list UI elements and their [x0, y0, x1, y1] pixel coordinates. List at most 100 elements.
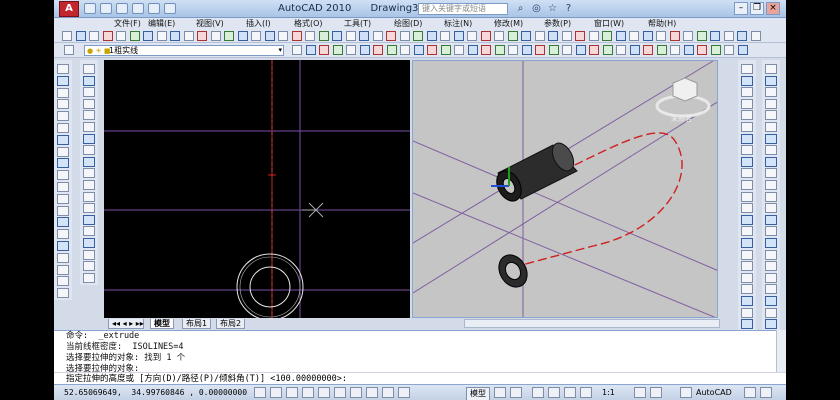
properties-tool-icon[interactable]	[643, 45, 653, 55]
standard-tool-icon[interactable]	[305, 31, 315, 41]
properties-tool-icon[interactable]	[629, 45, 640, 55]
help-icon[interactable]: ?	[562, 2, 575, 15]
standard-tool-icon[interactable]	[467, 31, 477, 41]
solid-edit-tool-icon[interactable]	[741, 75, 753, 86]
draw-tool-icon[interactable]	[57, 123, 69, 133]
tab-layout1[interactable]: 布局1	[182, 319, 212, 329]
layer-manager-icon[interactable]	[64, 45, 74, 55]
draw-tool-icon[interactable]	[57, 182, 69, 192]
quick-view-layouts-icon[interactable]	[494, 387, 506, 398]
modify-tool-icon[interactable]	[83, 98, 95, 109]
tab-model[interactable]: 模型	[150, 319, 174, 329]
standard-tool-icon[interactable]	[197, 31, 207, 41]
annotation-scale[interactable]: 1:1	[602, 387, 615, 399]
menu-window[interactable]: 窗口(W)	[594, 18, 624, 29]
properties-tool-icon[interactable]	[305, 45, 316, 55]
workspace-switch-icon[interactable]	[680, 387, 692, 398]
standard-tool-icon[interactable]	[642, 31, 653, 41]
modify-tool-icon[interactable]	[83, 191, 95, 202]
modeling-tool-icon[interactable]	[765, 180, 777, 190]
standard-tool-icon[interactable]	[129, 31, 140, 41]
solid-edit-tool-icon[interactable]	[741, 238, 753, 248]
standard-tool-icon[interactable]	[291, 31, 302, 41]
draw-tool-icon[interactable]	[57, 264, 69, 275]
standard-tool-icon[interactable]	[507, 31, 518, 41]
quick-view-drawings-icon[interactable]	[510, 387, 522, 398]
standard-tool-icon[interactable]	[480, 31, 491, 41]
standard-tool-icon[interactable]	[615, 31, 626, 41]
standard-tool-icon[interactable]	[426, 31, 437, 41]
properties-tool-icon[interactable]	[562, 45, 572, 55]
standard-tool-icon[interactable]	[588, 31, 599, 41]
modify-tool-icon[interactable]	[83, 64, 95, 74]
standard-tool-icon[interactable]	[89, 31, 99, 41]
extruded-tube[interactable]	[491, 140, 578, 206]
standard-tool-icon[interactable]	[237, 31, 248, 41]
modify-tool-icon[interactable]	[83, 133, 95, 144]
standard-tool-icon[interactable]	[116, 31, 126, 41]
auto-scale-icon[interactable]	[650, 387, 662, 398]
modify-tool-icon[interactable]	[83, 168, 95, 179]
draw-tool-icon[interactable]	[57, 75, 69, 86]
standard-tool-icon[interactable]	[332, 31, 342, 41]
clean-screen-icon[interactable]	[760, 387, 772, 398]
new-icon[interactable]	[84, 3, 96, 14]
inner-circle[interactable]	[249, 266, 291, 308]
tab-nav-arrows[interactable]: ◂◂ ◂ ▸ ▸▸	[108, 319, 144, 329]
standard-tool-icon[interactable]	[548, 31, 558, 41]
modify-tool-icon[interactable]	[83, 145, 95, 156]
modeling-tool-icon[interactable]	[765, 307, 777, 318]
draw-tool-icon[interactable]	[57, 288, 69, 299]
solid-edit-tool-icon[interactable]	[741, 156, 753, 167]
menu-dimension[interactable]: 标注(N)	[444, 18, 472, 29]
menu-help[interactable]: 帮助(H)	[648, 18, 676, 29]
dynamic-input-button[interactable]	[366, 387, 378, 398]
viewport-3d-shaded[interactable]: 未命名	[412, 60, 718, 318]
tab-layout2[interactable]: 布局2	[216, 319, 246, 329]
standard-tool-icon[interactable]	[224, 31, 234, 41]
standard-tool-icon[interactable]	[575, 31, 585, 41]
modeling-tool-icon[interactable]	[765, 191, 777, 202]
horizontal-scrollbar[interactable]	[464, 319, 720, 328]
viewcube-icon[interactable]: 未命名	[655, 77, 711, 123]
modify-tool-icon[interactable]	[83, 156, 95, 167]
modeling-tool-icon[interactable]	[765, 145, 777, 156]
solid-edit-tool-icon[interactable]	[741, 64, 753, 74]
close-button[interactable]: ×	[766, 2, 780, 15]
solid-edit-tool-icon[interactable]	[741, 180, 753, 190]
standard-tool-icon[interactable]	[359, 31, 369, 41]
properties-tool-icon[interactable]	[413, 45, 424, 55]
modify-tool-icon[interactable]	[83, 75, 95, 86]
solid-edit-tool-icon[interactable]	[741, 191, 753, 202]
solid-edit-tool-icon[interactable]	[741, 226, 753, 237]
solid-edit-tool-icon[interactable]	[741, 168, 753, 179]
minimize-button[interactable]: –	[734, 2, 748, 15]
modeling-tool-icon[interactable]	[765, 261, 777, 272]
properties-tool-icon[interactable]	[373, 45, 383, 55]
draw-tool-icon[interactable]	[57, 276, 69, 287]
standard-tool-icon[interactable]	[318, 31, 329, 41]
ortho-mode-button[interactable]	[286, 387, 298, 398]
draw-tool-icon[interactable]	[57, 193, 69, 204]
modeling-tool-icon[interactable]	[765, 122, 777, 132]
modeling-tool-icon[interactable]	[765, 98, 777, 109]
solid-edit-tool-icon[interactable]	[741, 87, 753, 98]
outer-circle[interactable]	[236, 253, 304, 318]
properties-tool-icon[interactable]	[467, 45, 478, 55]
modify-tool-icon[interactable]	[83, 203, 95, 214]
solid-edit-tool-icon[interactable]	[741, 214, 753, 225]
save-icon[interactable]	[116, 3, 128, 14]
modify-tool-icon[interactable]	[83, 180, 95, 190]
properties-tool-icon[interactable]	[737, 45, 748, 55]
standard-tool-icon[interactable]	[102, 31, 113, 41]
redo-icon[interactable]	[164, 3, 176, 14]
standard-tool-icon[interactable]	[440, 31, 450, 41]
modeling-tool-icon[interactable]	[765, 226, 777, 237]
standard-tool-icon[interactable]	[737, 31, 747, 41]
modify-tool-icon[interactable]	[83, 110, 95, 121]
ducs-button[interactable]	[350, 387, 362, 398]
polar-tracking-button[interactable]	[302, 387, 314, 398]
standard-tool-icon[interactable]	[251, 31, 261, 41]
standard-tool-icon[interactable]	[521, 31, 531, 41]
modeling-tool-icon[interactable]	[765, 284, 777, 295]
